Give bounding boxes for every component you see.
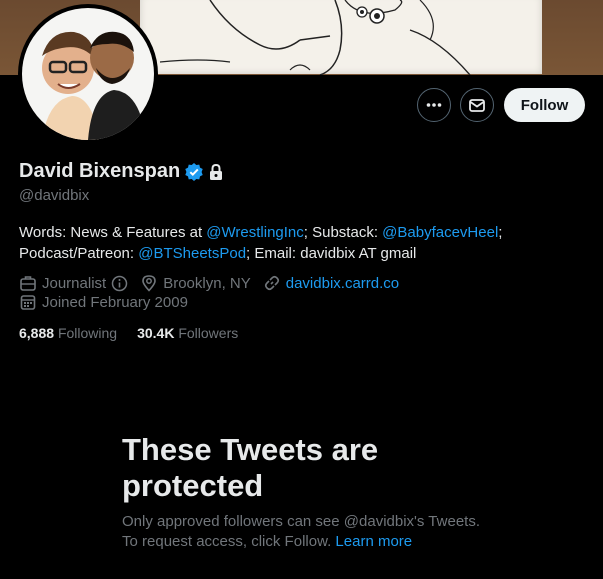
location-pin-icon — [142, 275, 157, 292]
bio-text: ; — [498, 224, 503, 241]
bio-link-btsheetspod[interactable]: @BTSheetsPod — [138, 245, 246, 262]
protected-description: Only approved followers can see @davidbi… — [122, 512, 482, 552]
message-button[interactable] — [460, 88, 494, 122]
protected-text: Only approved followers can see @davidbi… — [122, 513, 480, 550]
profile-joined: Joined February 2009 — [42, 293, 188, 311]
bio-text: Podcast/Patreon: — [19, 245, 139, 262]
bio-text: ; Substack: — [303, 224, 383, 241]
briefcase-icon — [20, 276, 36, 291]
profile-handle: @davidbix — [19, 187, 90, 204]
more-icon — [426, 103, 442, 107]
lock-icon — [210, 163, 223, 180]
following-count: 6,888 — [19, 325, 55, 341]
info-icon[interactable] — [111, 275, 128, 292]
profile-meta-row: Journalist Brooklyn, NY davidbix.carrd.c… — [19, 274, 411, 292]
bio-text: Words: News & Features at — [19, 224, 207, 241]
profile-bio: Words: News & Features at @WrestlingInc;… — [19, 222, 589, 264]
bio-link-wrestlinginc[interactable]: @WrestlingInc — [206, 224, 303, 241]
follow-button[interactable]: Follow — [504, 88, 585, 122]
profile-name: David Bixenspan — [19, 160, 181, 182]
following-link[interactable]: 6,888 Following — [19, 325, 117, 341]
followers-label: Followers — [178, 325, 239, 341]
link-icon — [264, 275, 279, 291]
profile-joined-row: Joined February 2009 — [19, 293, 200, 311]
bio-text: ; Email: davidbix AT gmail — [246, 245, 417, 262]
envelope-icon — [469, 99, 485, 112]
avatar[interactable] — [18, 4, 158, 144]
profile-location: Brooklyn, NY — [163, 274, 251, 292]
location-item: Brooklyn, NY — [140, 274, 251, 292]
calendar-icon — [20, 295, 36, 310]
joined-item: Joined February 2009 — [19, 293, 188, 311]
profile-name-row: David Bixenspan — [19, 160, 224, 183]
profile-website[interactable]: davidbix.carrd.co — [286, 275, 399, 292]
verified-badge-icon[interactable] — [184, 162, 204, 182]
followers-count: 30.4K — [137, 325, 175, 341]
website-item: davidbix.carrd.co — [263, 274, 399, 292]
followers-link[interactable]: 30.4K Followers — [137, 325, 238, 341]
bio-link-babyfacevheel[interactable]: @BabyfacevHeel — [382, 224, 498, 241]
profile-category: Journalist — [42, 274, 107, 292]
more-button[interactable] — [417, 88, 451, 122]
profile-stats: 6,888 Following 30.4K Followers — [19, 325, 238, 341]
learn-more-link[interactable]: Learn more — [335, 533, 412, 550]
avatar-image — [22, 8, 154, 140]
category-item: Journalist — [19, 274, 128, 292]
following-label: Following — [57, 325, 118, 341]
protected-title: These Tweets are protected — [122, 432, 379, 503]
